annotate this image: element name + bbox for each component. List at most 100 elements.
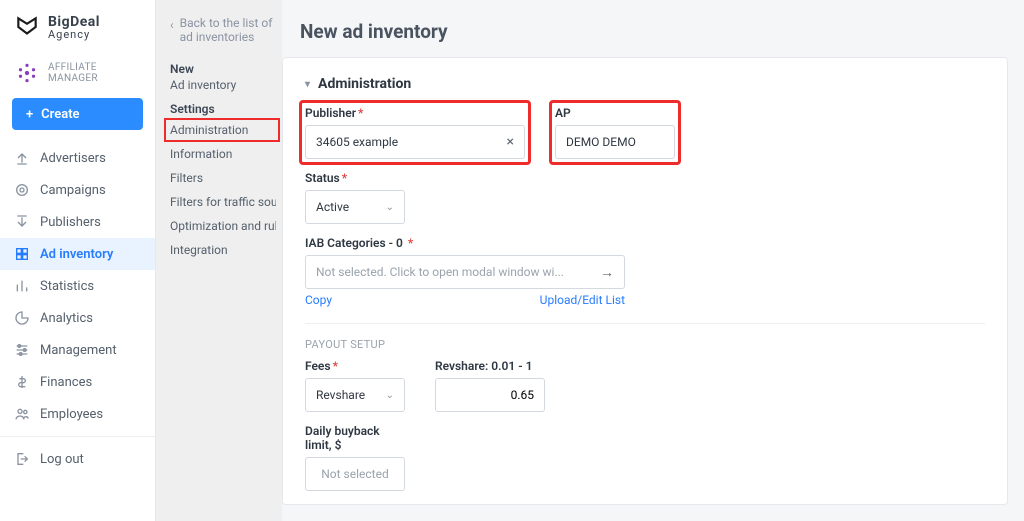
nav-label: Management bbox=[40, 343, 117, 358]
revshare-input[interactable] bbox=[435, 378, 545, 412]
status-select[interactable]: Active ⌄ bbox=[305, 190, 405, 224]
field-fees: Fees* Revshare ⌄ bbox=[305, 359, 405, 412]
pie-icon bbox=[14, 310, 30, 326]
field-iab: IAB Categories - 0 * Not selected. Click… bbox=[305, 236, 625, 289]
label-iab-text: IAB Categories - 0 bbox=[305, 236, 403, 250]
chevron-down-icon: ▾ bbox=[305, 79, 310, 90]
form-card: ▾ Administration Publisher* 34605 exampl… bbox=[282, 57, 1008, 505]
label-revshare: Revshare: 0.01 - 1 bbox=[435, 359, 545, 373]
nav-logout[interactable]: Log out bbox=[0, 443, 155, 475]
required-icon: * bbox=[408, 236, 413, 250]
nav-label: Finances bbox=[40, 375, 92, 390]
create-button[interactable]: + Create bbox=[12, 98, 143, 130]
upload-icon bbox=[14, 150, 30, 166]
brand-line2: Agency bbox=[48, 29, 100, 40]
grid-icon bbox=[14, 246, 30, 262]
settings-item-filters[interactable]: Filters bbox=[170, 166, 276, 190]
target-icon bbox=[14, 182, 30, 198]
chevron-down-icon: ⌄ bbox=[386, 202, 394, 213]
label-publisher: Publisher* bbox=[305, 106, 525, 120]
settings-item-information[interactable]: Information bbox=[170, 142, 276, 166]
publisher-input[interactable]: 34605 example × bbox=[305, 125, 525, 159]
nav: Advertisers Campaigns Publishers Ad inve… bbox=[0, 142, 155, 521]
ap-input[interactable]: DEMO DEMO bbox=[555, 125, 675, 159]
settings-item-integration[interactable]: Integration bbox=[170, 238, 276, 262]
nav-employees[interactable]: Employees bbox=[0, 398, 155, 430]
clear-icon[interactable]: × bbox=[507, 134, 514, 150]
iab-link-row: Copy Upload/Edit List bbox=[305, 293, 625, 307]
row-fees: Fees* Revshare ⌄ Revshare: 0.01 - 1 bbox=[305, 359, 985, 412]
nav-finances[interactable]: Finances bbox=[0, 366, 155, 398]
settings-item-administration[interactable]: Administration bbox=[164, 118, 280, 142]
fees-select[interactable]: Revshare ⌄ bbox=[305, 378, 405, 412]
status-value: Active bbox=[316, 200, 349, 214]
required-icon: * bbox=[342, 171, 347, 185]
chevron-left-icon: ‹ bbox=[170, 18, 174, 32]
buyback-placeholder: Not selected bbox=[321, 467, 388, 481]
field-buyback: Daily buyback limit, $ Not selected bbox=[305, 424, 405, 491]
label-iab: IAB Categories - 0 * bbox=[305, 236, 625, 250]
nav-label: Ad inventory bbox=[40, 247, 113, 262]
fees-value: Revshare bbox=[316, 388, 365, 402]
required-icon: * bbox=[333, 359, 338, 373]
role-badge-icon bbox=[14, 60, 40, 86]
revshare-value[interactable] bbox=[446, 388, 534, 402]
nav-label: Employees bbox=[40, 407, 103, 422]
bars-icon bbox=[14, 278, 30, 294]
settings-item-optimization[interactable]: Optimization and rules bbox=[170, 214, 276, 238]
plus-icon: + bbox=[26, 107, 33, 122]
nav-label: Statistics bbox=[40, 279, 94, 294]
people-icon bbox=[14, 406, 30, 422]
upload-edit-link[interactable]: Upload/Edit List bbox=[540, 293, 625, 307]
iab-placeholder: Not selected. Click to open modal window… bbox=[316, 265, 564, 279]
section-title[interactable]: ▾ Administration bbox=[305, 76, 985, 92]
page-title: New ad inventory bbox=[282, 0, 1024, 57]
label-buyback: Daily buyback limit, $ bbox=[305, 424, 405, 452]
settings-column: ‹ Back to the list of ad inventories New… bbox=[156, 0, 282, 521]
field-status: Status* Active ⌄ bbox=[305, 171, 405, 224]
chevron-down-icon: ⌄ bbox=[386, 390, 394, 401]
arrow-right-icon: → bbox=[600, 264, 614, 281]
nav-publishers[interactable]: Publishers bbox=[0, 206, 155, 238]
nav-ad-inventory[interactable]: Ad inventory bbox=[0, 238, 155, 270]
payout-heading: PAYOUT SETUP bbox=[305, 323, 985, 351]
download-icon bbox=[14, 214, 30, 230]
sc-adinv: Ad inventory bbox=[170, 78, 276, 92]
label-status: Status* bbox=[305, 171, 405, 185]
brand-line1: BigDeal bbox=[48, 15, 100, 29]
sc-new: New bbox=[170, 62, 276, 76]
copy-link[interactable]: Copy bbox=[305, 293, 332, 307]
nav-label: Publishers bbox=[40, 215, 101, 230]
brand: BigDeal Agency bbox=[0, 14, 155, 54]
buyback-input[interactable]: Not selected bbox=[305, 457, 405, 491]
nav-advertisers[interactable]: Advertisers bbox=[0, 142, 155, 174]
section-title-text: Administration bbox=[318, 76, 411, 92]
nav-label: Advertisers bbox=[40, 151, 106, 166]
field-ap: AP DEMO DEMO bbox=[555, 106, 675, 159]
create-button-label: Create bbox=[41, 107, 79, 122]
nav-analytics[interactable]: Analytics bbox=[0, 302, 155, 334]
main: New ad inventory ▾ Administration Publis… bbox=[282, 0, 1024, 521]
sliders-icon bbox=[14, 342, 30, 358]
brand-text: BigDeal Agency bbox=[48, 15, 100, 40]
back-link-label: Back to the list of ad inventories bbox=[180, 16, 276, 44]
settings-item-filters-traffic[interactable]: Filters for traffic sour... bbox=[170, 190, 276, 214]
nav-management[interactable]: Management bbox=[0, 334, 155, 366]
back-link[interactable]: ‹ Back to the list of ad inventories bbox=[170, 16, 276, 44]
logout-icon bbox=[14, 451, 30, 467]
nav-campaigns[interactable]: Campaigns bbox=[0, 174, 155, 206]
sidebar: BigDeal Agency AFFILIATE MANAGER + Creat… bbox=[0, 0, 156, 521]
card-inner: ▾ Administration Publisher* 34605 exampl… bbox=[283, 58, 1007, 505]
label-ap: AP bbox=[555, 106, 675, 120]
brand-logo-icon bbox=[14, 14, 40, 40]
iab-input[interactable]: Not selected. Click to open modal window… bbox=[305, 255, 625, 289]
label-publisher-text: Publisher bbox=[305, 106, 356, 120]
nav-statistics[interactable]: Statistics bbox=[0, 270, 155, 302]
ap-input-value: DEMO DEMO bbox=[566, 135, 636, 149]
dollar-icon bbox=[14, 374, 30, 390]
nav-label: Campaigns bbox=[40, 183, 106, 198]
divider bbox=[0, 436, 155, 437]
field-revshare: Revshare: 0.01 - 1 bbox=[435, 359, 545, 412]
label-fees: Fees* bbox=[305, 359, 405, 373]
required-icon: * bbox=[358, 106, 363, 120]
